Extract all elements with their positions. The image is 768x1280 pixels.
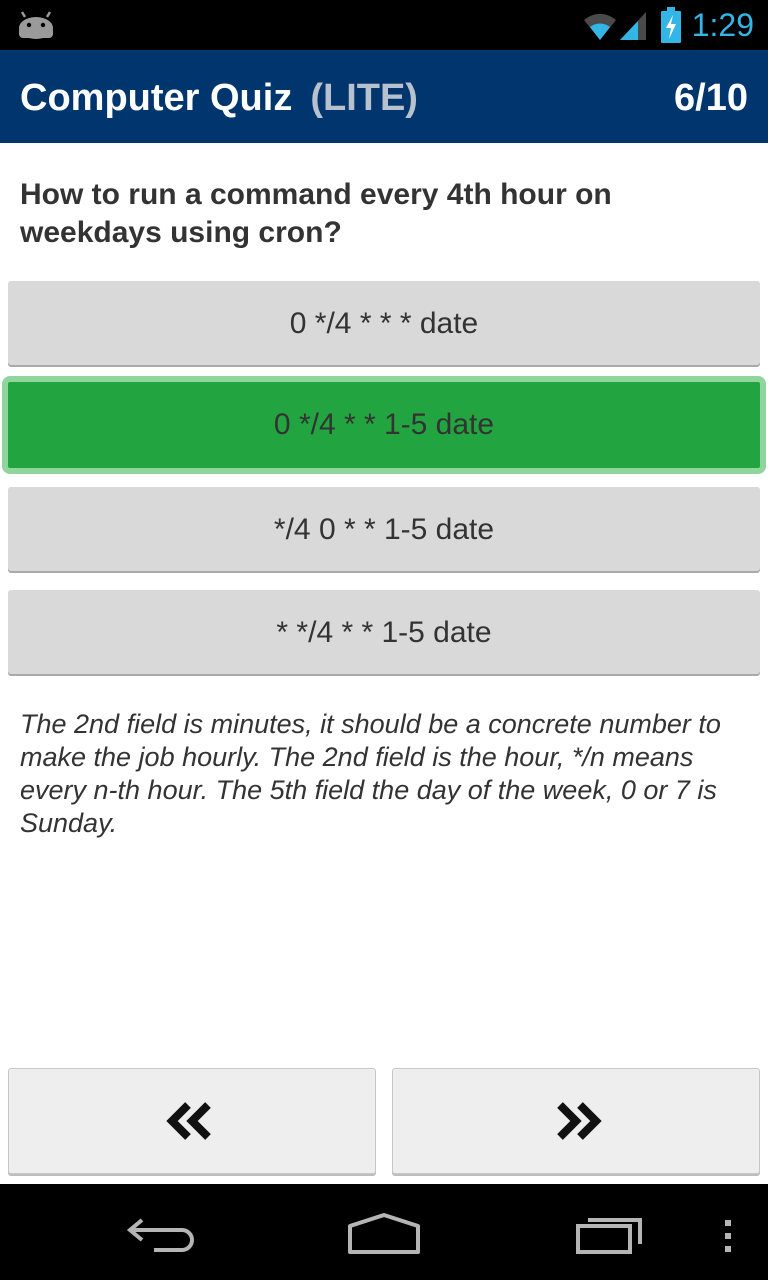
answer-option-4[interactable]: * */4 * * 1-5 date	[8, 590, 760, 674]
answer-option-3[interactable]: */4 0 * * 1-5 date	[8, 487, 760, 571]
double-chevron-right-icon	[557, 1102, 602, 1140]
answer-explanation: The 2nd field is minutes, it should be a…	[20, 709, 721, 838]
back-icon[interactable]	[124, 1214, 196, 1254]
double-chevron-left-icon	[166, 1102, 211, 1140]
answer-option-1[interactable]: 0 */4 * * * date	[8, 281, 760, 365]
system-navigation-bar	[0, 1184, 768, 1280]
home-icon[interactable]	[346, 1212, 422, 1256]
answer-option-2-correct[interactable]: 0 */4 * * 1-5 date	[2, 376, 766, 474]
question-progress: 6/10	[674, 77, 748, 119]
app-title-text: Computer Quiz	[20, 77, 293, 119]
status-time: 1:29	[691, 7, 754, 43]
app-edition-label: (LITE)	[310, 77, 418, 119]
android-icon	[19, 11, 53, 39]
status-bar: 1:29	[0, 0, 768, 50]
app-title: Computer Quiz (LITE)	[20, 50, 418, 143]
battery-charging-icon	[661, 7, 681, 43]
question-text: How to run a command every 4th hour on w…	[20, 178, 612, 249]
signal-icon	[620, 12, 646, 40]
previous-question-button[interactable]	[8, 1068, 376, 1174]
overflow-menu-icon[interactable]	[720, 1218, 736, 1254]
app-header: Computer Quiz (LITE) 6/10	[0, 50, 768, 143]
recent-apps-icon[interactable]	[574, 1212, 646, 1256]
wifi-icon	[584, 13, 616, 40]
next-question-button[interactable]	[392, 1068, 760, 1174]
